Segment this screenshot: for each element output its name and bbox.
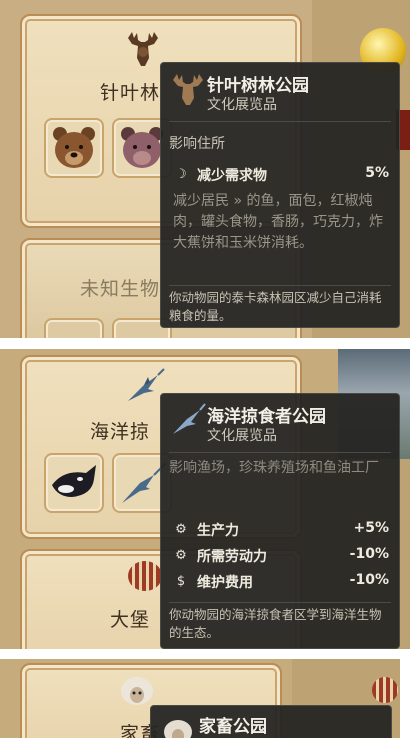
- marlin-icon: [173, 403, 206, 434]
- tooltip-title: 海洋掠食者公园: [207, 407, 326, 427]
- orca-slot[interactable]: [44, 453, 104, 513]
- tooltip-livestock-park: 家畜公园 文化展览品: [150, 705, 392, 738]
- coniferous-park-panel: 针叶林 未知生物 针叶树林公园 文化展览品 影响住所 ☽ 减少需求物 5% 减少…: [0, 0, 410, 338]
- moose-icon: [173, 74, 203, 105]
- lionfish-icon: [128, 561, 162, 591]
- livestock-park-panel: 家畜 家畜公园 文化展览品: [0, 659, 400, 738]
- effect-value: -10%: [349, 572, 389, 588]
- tooltip-flavor-text: 你动物园的泰卡森林园区减少自己消耗粮食的量。: [169, 290, 382, 323]
- moose-icon: [128, 32, 158, 66]
- tooltip-description: 影响渔场，珍珠养殖场和鱼油工厂: [169, 460, 379, 476]
- tooltip-title: 针叶树林公园: [207, 76, 309, 96]
- effect-value: 5%: [365, 165, 389, 181]
- lionfish-icon: [372, 677, 398, 703]
- effect-row-workforce: ⚙ 所需劳动力 -10%: [173, 546, 389, 568]
- tooltip-description: 减少居民 » 的鱼，面包，红椒炖肉，罐头食物，香肠，巧克力，炸大蕉饼和玉米饼消耗…: [173, 193, 383, 251]
- tooltip-section-heading: 影响住所: [169, 136, 225, 152]
- card-title-2: 大堡: [110, 609, 151, 631]
- effect-row-maintenance: $ 维护费用 -10%: [173, 572, 389, 594]
- effect-row: ☽ 减少需求物 5%: [173, 165, 389, 187]
- effect-label: 减少需求物: [197, 168, 267, 184]
- tooltip-subtitle: 文化展览品: [207, 97, 277, 113]
- productivity-icon: ⚙: [175, 522, 187, 537]
- bear-slot[interactable]: [44, 118, 104, 178]
- tooltip-ocean-park: 海洋掠食者公园 文化展览品 影响渔场，珍珠养殖场和鱼油工厂 ⚙ 生产力 +5% …: [160, 393, 400, 649]
- ocean-predator-panel: 海洋掠 大堡 海洋掠食者公园 文化展览品 影响渔场，珍珠养殖场和鱼油工厂 ⚙ 生…: [0, 349, 410, 649]
- card-title-unknown: 未知生物: [80, 278, 161, 300]
- orca-icon: [52, 465, 96, 497]
- tooltip-title: 家畜公园: [199, 717, 267, 737]
- empty-slot[interactable]: [44, 318, 104, 338]
- effect-label: 生产力: [197, 523, 239, 539]
- tooltip-coniferous-park: 针叶树林公园 文化展览品 影响住所 ☽ 减少需求物 5% 减少居民 » 的鱼，面…: [160, 62, 400, 328]
- effect-label: 所需劳动力: [197, 549, 267, 565]
- effect-label: 维护费用: [197, 575, 253, 591]
- sheep-icon: [164, 720, 192, 738]
- effect-row-productivity: ⚙ 生产力 +5%: [173, 520, 389, 542]
- money-icon: $: [176, 574, 186, 589]
- tooltip-subtitle: 文化展览品: [207, 428, 277, 444]
- workforce-icon: ⚙: [175, 548, 187, 563]
- card-title: 海洋掠: [90, 421, 151, 443]
- effect-value: -10%: [349, 546, 389, 562]
- brown-bear-icon: [53, 127, 95, 168]
- moon-icon: ☽: [175, 167, 187, 182]
- effect-value: +5%: [353, 520, 390, 536]
- tooltip-flavor-text: 你动物园的海洋掠食者区学到海洋生物的生态。: [169, 607, 382, 640]
- card-title: 针叶林: [100, 82, 161, 104]
